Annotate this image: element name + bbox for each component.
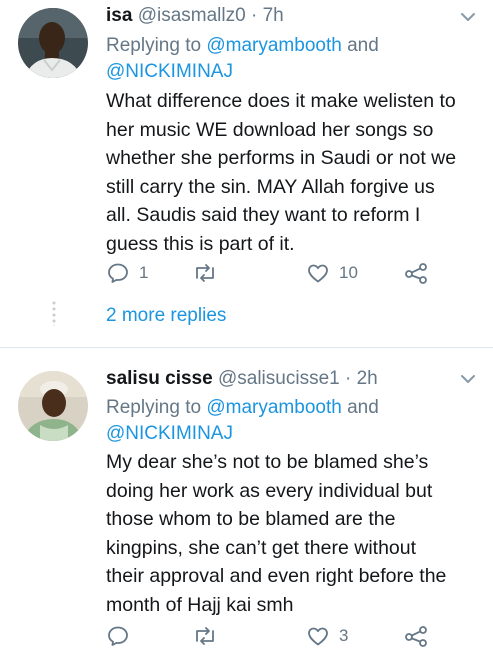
- timestamp[interactable]: · 7h: [251, 5, 284, 26]
- heart-icon: [306, 261, 330, 285]
- heart-icon: [306, 624, 330, 648]
- share-icon: [404, 624, 430, 648]
- retweet-button[interactable]: [192, 259, 227, 287]
- like-button[interactable]: 3: [306, 622, 348, 650]
- retweet-button[interactable]: [192, 622, 227, 650]
- user-handle[interactable]: @salisucisse1: [218, 368, 340, 389]
- like-count: 10: [339, 263, 358, 282]
- tweet-text: My dear she’s not to be blamed she’s doi…: [106, 451, 447, 616]
- user-handle[interactable]: @isasmallz0: [138, 5, 246, 26]
- tweet[interactable]: isa @isasmallz0 · 7h Replying to @maryam…: [0, 0, 493, 347]
- share-icon: [404, 261, 430, 285]
- reply-button[interactable]: 1: [106, 259, 148, 287]
- reply-icon: [106, 624, 130, 648]
- replying-to-and: and: [347, 397, 379, 418]
- share-button[interactable]: [404, 259, 430, 287]
- tweet-header: salisu cisse @salisucisse1 · 2h: [106, 367, 453, 391]
- avatar[interactable]: [18, 371, 88, 441]
- tweet-actions: 1 10: [106, 259, 453, 287]
- display-name[interactable]: isa: [106, 5, 132, 26]
- retweet-icon: [192, 261, 218, 285]
- display-name[interactable]: salisu cisse: [106, 368, 213, 389]
- tweet-actions: 3: [106, 622, 453, 650]
- retweet-icon: [192, 624, 218, 648]
- reply-icon: [106, 261, 130, 285]
- chevron-down-icon[interactable]: [459, 370, 477, 388]
- replying-to: Replying to @maryambooth and @NICKIMINAJ: [106, 395, 473, 447]
- replying-to: Replying to @maryambooth and @NICKIMINAJ: [106, 33, 473, 85]
- tweet-header: isa @isasmallz0 · 7h: [106, 4, 453, 28]
- like-button[interactable]: 10: [306, 259, 358, 287]
- replying-to-label: Replying to: [106, 397, 202, 418]
- mention-link[interactable]: @maryambooth: [206, 397, 341, 418]
- more-replies-link[interactable]: 2 more replies: [106, 303, 226, 329]
- share-button[interactable]: [404, 622, 430, 650]
- like-count: 3: [339, 626, 349, 645]
- tweet-text: What difference does it make welisten to…: [106, 90, 457, 255]
- reply-count: 1: [139, 263, 149, 282]
- mention-link[interactable]: @NICKIMINAJ: [106, 423, 233, 444]
- chevron-down-icon[interactable]: [459, 8, 477, 26]
- replying-to-label: Replying to: [106, 35, 202, 56]
- thread-line: [52, 300, 56, 326]
- reply-button[interactable]: [106, 622, 139, 650]
- tweet[interactable]: salisu cisse @salisucisse1 · 2h Replying…: [0, 347, 493, 649]
- mention-link[interactable]: @NICKIMINAJ: [106, 61, 233, 82]
- timestamp[interactable]: · 2h: [345, 368, 378, 389]
- avatar[interactable]: [18, 8, 88, 78]
- replying-to-and: and: [347, 35, 379, 56]
- mention-link[interactable]: @maryambooth: [206, 35, 341, 56]
